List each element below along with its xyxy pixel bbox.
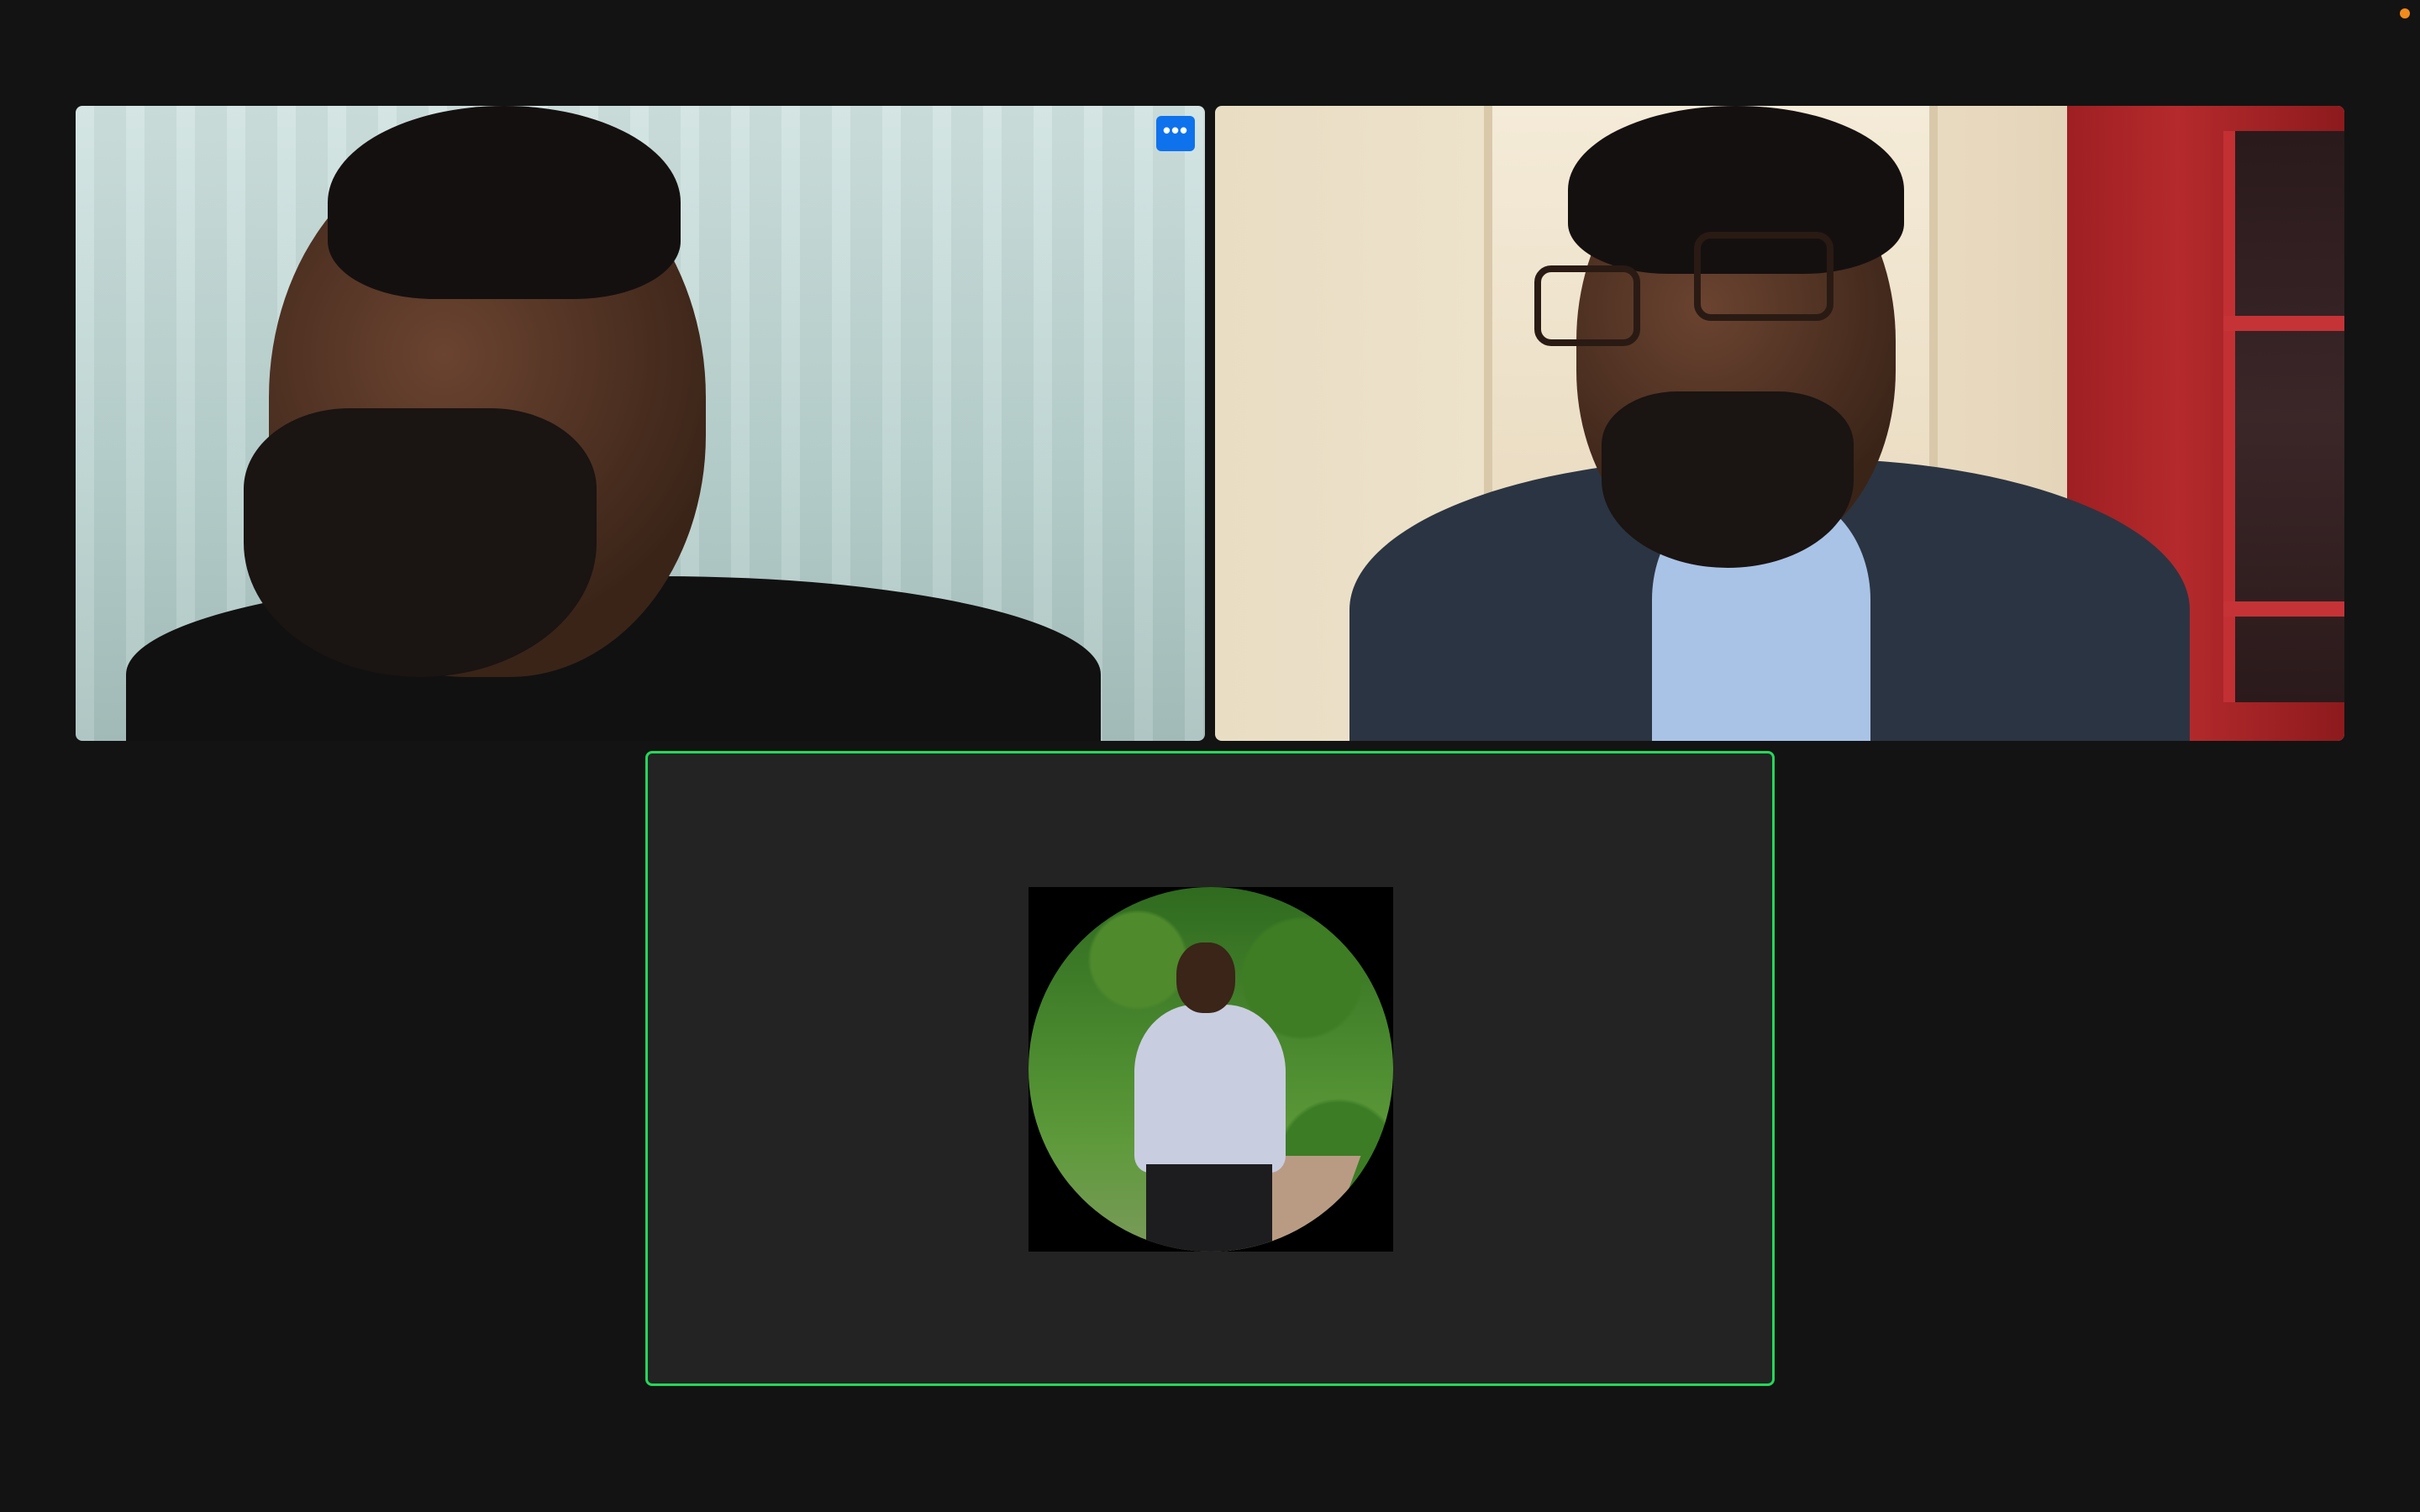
recording-indicator-dot <box>2400 8 2410 18</box>
profile-picture <box>1028 887 1393 1252</box>
participant-2-glasses-left <box>1534 265 1640 346</box>
shelf-interior <box>2223 131 2344 702</box>
participant-2-beard <box>1602 391 1854 568</box>
meeting-gallery-view: ••• <box>0 0 2420 1512</box>
participant-1-hair <box>328 106 681 299</box>
participant-2-glasses-right <box>1694 232 1833 321</box>
profile-picture-shirt <box>1134 1005 1286 1173</box>
profile-picture-frame <box>1028 887 1393 1252</box>
ellipsis-horizontal-icon: ••• <box>1162 118 1189 143</box>
profile-picture-pants <box>1146 1164 1272 1252</box>
shelf-board <box>2223 601 2344 617</box>
participant-video-tile-1[interactable]: ••• <box>76 106 1205 741</box>
participant-1-beard <box>244 408 597 677</box>
shelf-board <box>2223 316 2344 331</box>
active-speaker-tile[interactable] <box>645 751 1775 1386</box>
participant-video-tile-2[interactable] <box>1215 106 2344 741</box>
more-options-button[interactable]: ••• <box>1156 116 1195 151</box>
profile-picture-head <box>1176 942 1235 1013</box>
